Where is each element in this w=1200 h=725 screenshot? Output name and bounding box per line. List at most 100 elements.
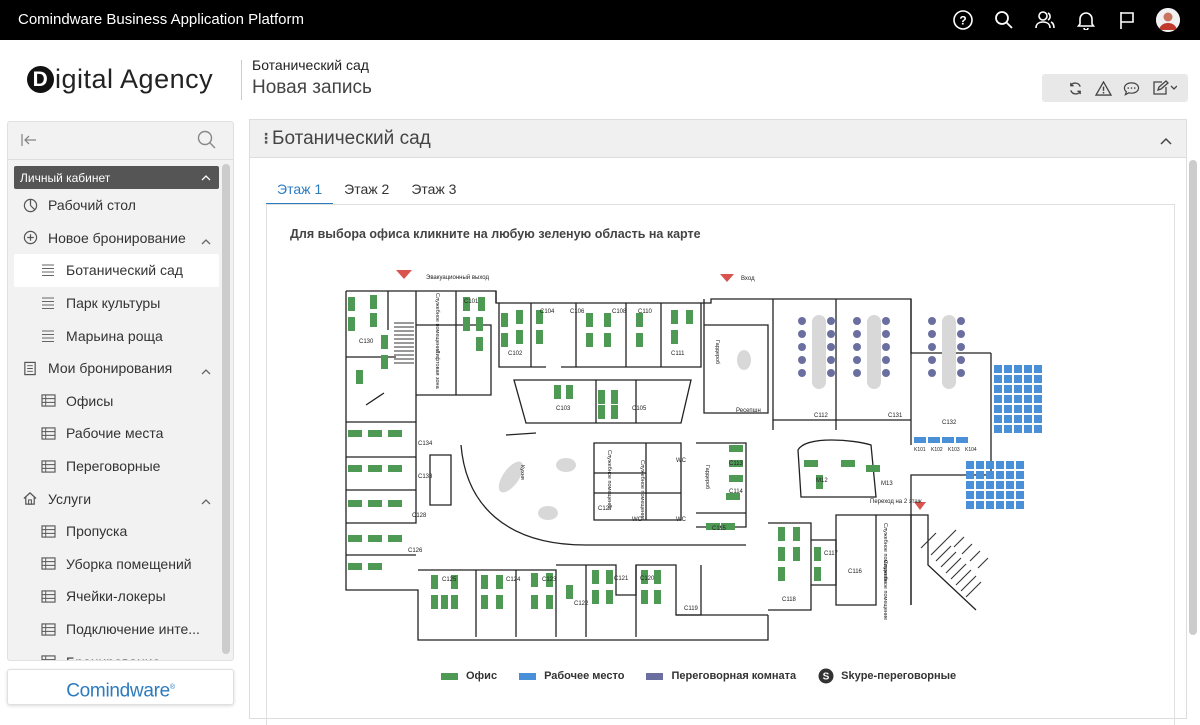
desk-block[interactable] bbox=[976, 491, 984, 499]
office-block[interactable] bbox=[381, 335, 388, 349]
office-block[interactable] bbox=[671, 310, 678, 324]
desk-block[interactable] bbox=[1006, 501, 1014, 509]
desk-block[interactable] bbox=[976, 501, 984, 509]
breadcrumb[interactable]: Ботанический сад bbox=[252, 57, 369, 73]
desk-block[interactable] bbox=[986, 481, 994, 489]
desk-block[interactable] bbox=[1034, 385, 1042, 393]
chevron-up-icon[interactable] bbox=[1160, 132, 1172, 150]
office-block[interactable] bbox=[592, 590, 599, 604]
office-block[interactable] bbox=[368, 500, 382, 507]
desk-block[interactable] bbox=[1006, 481, 1014, 489]
office-block[interactable] bbox=[516, 310, 523, 324]
edit-icon[interactable] bbox=[1150, 79, 1178, 98]
desk-block[interactable] bbox=[1034, 375, 1042, 383]
sidebar-item[interactable]: Ботанический сад bbox=[14, 254, 219, 287]
chevron-up-icon[interactable] bbox=[201, 232, 211, 248]
help-icon[interactable]: ? bbox=[942, 0, 983, 40]
desk-block[interactable] bbox=[1014, 415, 1022, 423]
office-block[interactable] bbox=[368, 465, 382, 472]
desk-block[interactable] bbox=[1014, 405, 1022, 413]
tab-floor-3[interactable]: Этаж 3 bbox=[400, 178, 467, 205]
office-block[interactable] bbox=[531, 573, 538, 587]
office-block[interactable] bbox=[606, 570, 613, 584]
desk-block[interactable] bbox=[994, 405, 1002, 413]
desk-block[interactable] bbox=[956, 437, 968, 443]
office-block[interactable] bbox=[388, 465, 402, 472]
desk-block[interactable] bbox=[1024, 415, 1032, 423]
desk-block[interactable] bbox=[994, 385, 1002, 393]
office-block[interactable] bbox=[606, 590, 613, 604]
collapse-sidebar-icon[interactable] bbox=[20, 131, 38, 154]
office-block[interactable] bbox=[476, 317, 483, 331]
logo[interactable]: Digital Agency bbox=[27, 64, 213, 95]
office-label[interactable]: M13 bbox=[881, 481, 893, 487]
office-label[interactable]: C120 bbox=[640, 576, 655, 582]
sidebar-item[interactable]: Уборка помещений bbox=[14, 548, 219, 581]
office-label[interactable]: C133 bbox=[418, 474, 433, 480]
desk-block[interactable] bbox=[976, 471, 984, 479]
office-label[interactable]: C131 bbox=[888, 413, 903, 419]
sidebar-item[interactable]: Офисы bbox=[14, 385, 219, 418]
desk-block[interactable] bbox=[994, 375, 1002, 383]
sidebar-item[interactable]: Рабочий стол bbox=[14, 189, 219, 222]
office-block[interactable] bbox=[516, 330, 523, 344]
desk-block[interactable] bbox=[986, 471, 994, 479]
desk-block[interactable] bbox=[1024, 375, 1032, 383]
sidebar-item[interactable]: Парк культуры bbox=[14, 287, 219, 320]
office-label[interactable]: C132 bbox=[942, 420, 957, 426]
office-block[interactable] bbox=[636, 313, 643, 327]
desk-block[interactable] bbox=[1024, 405, 1032, 413]
office-block[interactable] bbox=[778, 547, 785, 561]
sidebar-item[interactable]: Марьина роща bbox=[14, 319, 219, 352]
desk-block[interactable] bbox=[1004, 375, 1012, 383]
office-block[interactable] bbox=[566, 585, 573, 599]
office-label[interactable]: C124 bbox=[506, 577, 521, 583]
office-block[interactable] bbox=[431, 595, 438, 609]
desk-block[interactable] bbox=[928, 437, 940, 443]
office-label[interactable]: C108 bbox=[612, 309, 627, 315]
desk-block[interactable] bbox=[994, 425, 1002, 433]
desk-block[interactable] bbox=[1016, 471, 1024, 479]
office-block[interactable] bbox=[356, 370, 363, 384]
desk-block[interactable] bbox=[976, 461, 984, 469]
desk-block[interactable] bbox=[1004, 385, 1012, 393]
tab-floor-2[interactable]: Этаж 2 bbox=[333, 178, 400, 205]
office-block[interactable] bbox=[554, 385, 561, 399]
desk-block[interactable] bbox=[1024, 425, 1032, 433]
desk-block[interactable] bbox=[1004, 415, 1012, 423]
desk-block[interactable] bbox=[966, 491, 974, 499]
office-block[interactable] bbox=[729, 475, 743, 482]
office-block[interactable] bbox=[604, 313, 611, 327]
office-label[interactable]: C112 bbox=[814, 413, 829, 419]
office-label[interactable]: C101 bbox=[464, 299, 479, 305]
sidebar-item[interactable]: Услуги bbox=[14, 482, 219, 515]
office-block[interactable] bbox=[368, 430, 382, 437]
sidebar-item[interactable]: Мои бронирования bbox=[14, 352, 219, 385]
office-block[interactable] bbox=[348, 500, 362, 507]
desk-block[interactable] bbox=[1024, 395, 1032, 403]
desk-block[interactable] bbox=[1004, 395, 1012, 403]
office-block[interactable] bbox=[793, 527, 800, 541]
sidebar-item[interactable]: Ячейки-локеры bbox=[14, 580, 219, 613]
office-block[interactable] bbox=[814, 567, 821, 581]
office-label[interactable]: C130 bbox=[359, 339, 374, 345]
office-block[interactable] bbox=[598, 405, 605, 419]
office-label[interactable]: C102 bbox=[508, 351, 523, 357]
office-block[interactable] bbox=[566, 385, 573, 399]
warning-icon[interactable] bbox=[1094, 79, 1113, 98]
desk-block[interactable] bbox=[1034, 415, 1042, 423]
desk-block[interactable] bbox=[1006, 461, 1014, 469]
search-icon[interactable] bbox=[983, 0, 1024, 40]
desk-label[interactable]: K103 bbox=[948, 447, 960, 453]
desk-block[interactable] bbox=[986, 501, 994, 509]
desk-label[interactable]: K104 bbox=[965, 447, 977, 453]
desk-block[interactable] bbox=[942, 437, 954, 443]
office-block[interactable] bbox=[598, 390, 605, 404]
tab-floor-1[interactable]: Этаж 1 bbox=[266, 178, 334, 205]
office-block[interactable] bbox=[654, 590, 661, 604]
office-label[interactable]: C118 bbox=[782, 597, 797, 603]
office-block[interactable] bbox=[501, 333, 508, 347]
desk-block[interactable] bbox=[1034, 425, 1042, 433]
office-label[interactable]: C106 bbox=[570, 309, 585, 315]
office-block[interactable] bbox=[531, 595, 538, 609]
